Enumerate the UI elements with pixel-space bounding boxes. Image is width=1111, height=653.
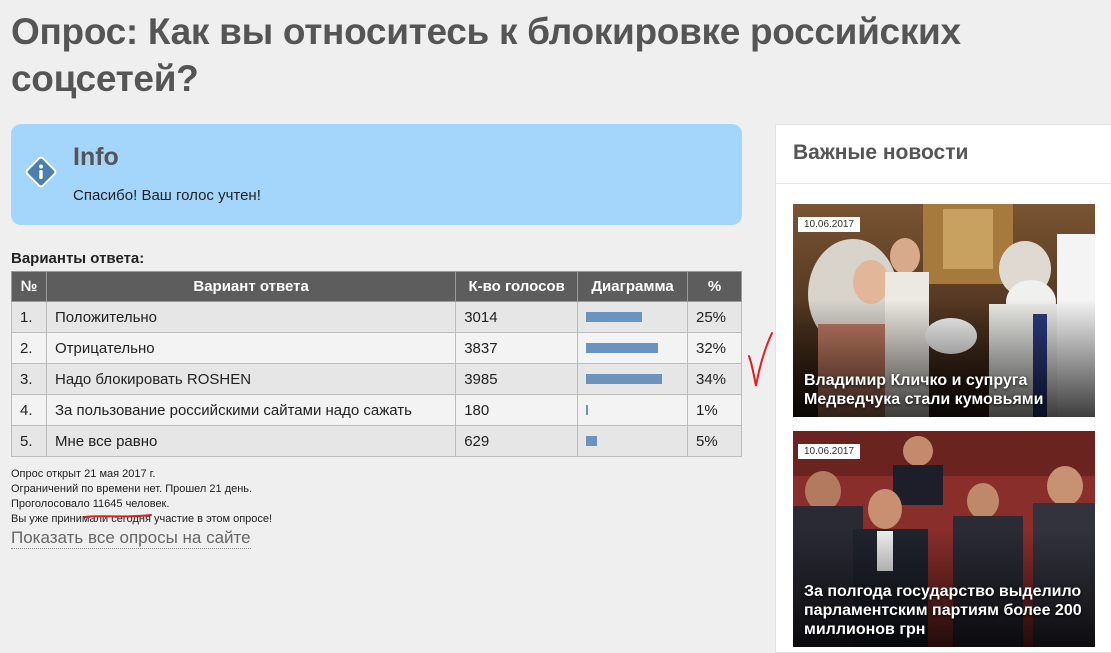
result-bar (586, 436, 598, 446)
row-option: Мне все равно (45, 425, 457, 457)
row-percent: 34% (686, 363, 743, 395)
row-number: 1. (11, 301, 47, 333)
table-row: 2. Отрицательно 3837 32% (11, 332, 743, 364)
voted-prefix: Проголосовало (11, 498, 93, 510)
row-option: Надо блокировать ROSHEN (45, 363, 457, 395)
row-votes: 3837 (455, 332, 579, 364)
result-bar (586, 405, 589, 415)
table-row: 4. За пользование российскими сайтами на… (11, 394, 743, 426)
handwritten-underline-annotation (84, 514, 152, 518)
voted-count: 11645 человек. (92, 498, 170, 510)
info-icon (25, 156, 57, 188)
poll-opened-date: Опрос открыт 21 мая 2017 г. (11, 468, 156, 480)
column-header-option: Вариант ответа (45, 271, 457, 302)
news-card[interactable]: 10.06.2017 За полгода государство выдели… (793, 431, 1095, 647)
news-card[interactable]: 10.06.2017 Владимир Кличко и супруга Мед… (793, 204, 1095, 417)
news-sidebar: Важные новости 10.06.2017 Владимир Кличк… (775, 124, 1111, 653)
table-row: 1. Положительно 3014 25% (11, 301, 743, 333)
row-percent: 32% (686, 332, 743, 364)
poll-limits: Ограничений по времени нет. Прошел 21 де… (11, 483, 253, 495)
column-header-diagram: Диаграмма (577, 271, 688, 302)
table-row: 5. Мне все равно 629 5% (11, 425, 743, 457)
row-votes: 3985 (455, 363, 579, 395)
row-votes: 3014 (455, 301, 579, 333)
all-polls-link[interactable]: Показать все опросы на сайте (11, 528, 251, 549)
sidebar-title: Важные новости (793, 141, 969, 164)
row-number: 3. (11, 363, 47, 395)
page-title: Опрос: Как вы относитесь к блокировке ро… (11, 11, 961, 99)
row-diagram (577, 394, 688, 426)
row-option: Положительно (45, 301, 457, 333)
row-number: 4. (11, 394, 47, 426)
result-bar (586, 374, 663, 384)
options-heading: Варианты ответа: (11, 250, 145, 267)
table-header-row: № Вариант ответа К-во голосов Диаграмма … (11, 271, 743, 302)
column-header-number: № (11, 271, 47, 302)
row-percent: 25% (686, 301, 743, 333)
handwritten-checkmark-annotation (748, 332, 773, 387)
news-date: 10.06.2017 (798, 444, 861, 459)
row-votes: 629 (455, 425, 579, 457)
column-header-votes: К-во голосов (455, 271, 579, 302)
info-title: Info (73, 143, 119, 171)
info-message: Спасибо! Ваш голос учтен! (73, 187, 261, 204)
row-number: 5. (11, 425, 47, 457)
row-diagram (577, 301, 688, 333)
row-number: 2. (11, 332, 47, 364)
news-headline[interactable]: За полгода государство выделило парламен… (804, 582, 1089, 639)
column-header-percent: % (686, 271, 743, 302)
news-date: 10.06.2017 (798, 217, 861, 232)
result-bar (586, 343, 659, 353)
row-diagram (577, 332, 688, 364)
row-percent: 1% (686, 394, 743, 426)
result-bar (586, 312, 643, 322)
info-box: Info Спасибо! Ваш голос учтен! (11, 124, 742, 225)
row-option: Отрицательно (45, 332, 457, 364)
poll-results-table: № Вариант ответа К-во голосов Диаграмма … (11, 271, 743, 457)
sidebar-divider (776, 183, 1111, 184)
row-votes: 180 (455, 394, 579, 426)
row-option: За пользование российскими сайтами надо … (45, 394, 457, 426)
table-row: 3. Надо блокировать ROSHEN 3985 34% (11, 363, 743, 395)
poll-voted-total: Проголосовало 11645 человек. (11, 497, 272, 512)
row-diagram (577, 425, 688, 457)
row-diagram (577, 363, 688, 395)
news-headline[interactable]: Владимир Кличко и супруга Медведчука ста… (804, 371, 1089, 409)
row-percent: 5% (686, 425, 743, 457)
